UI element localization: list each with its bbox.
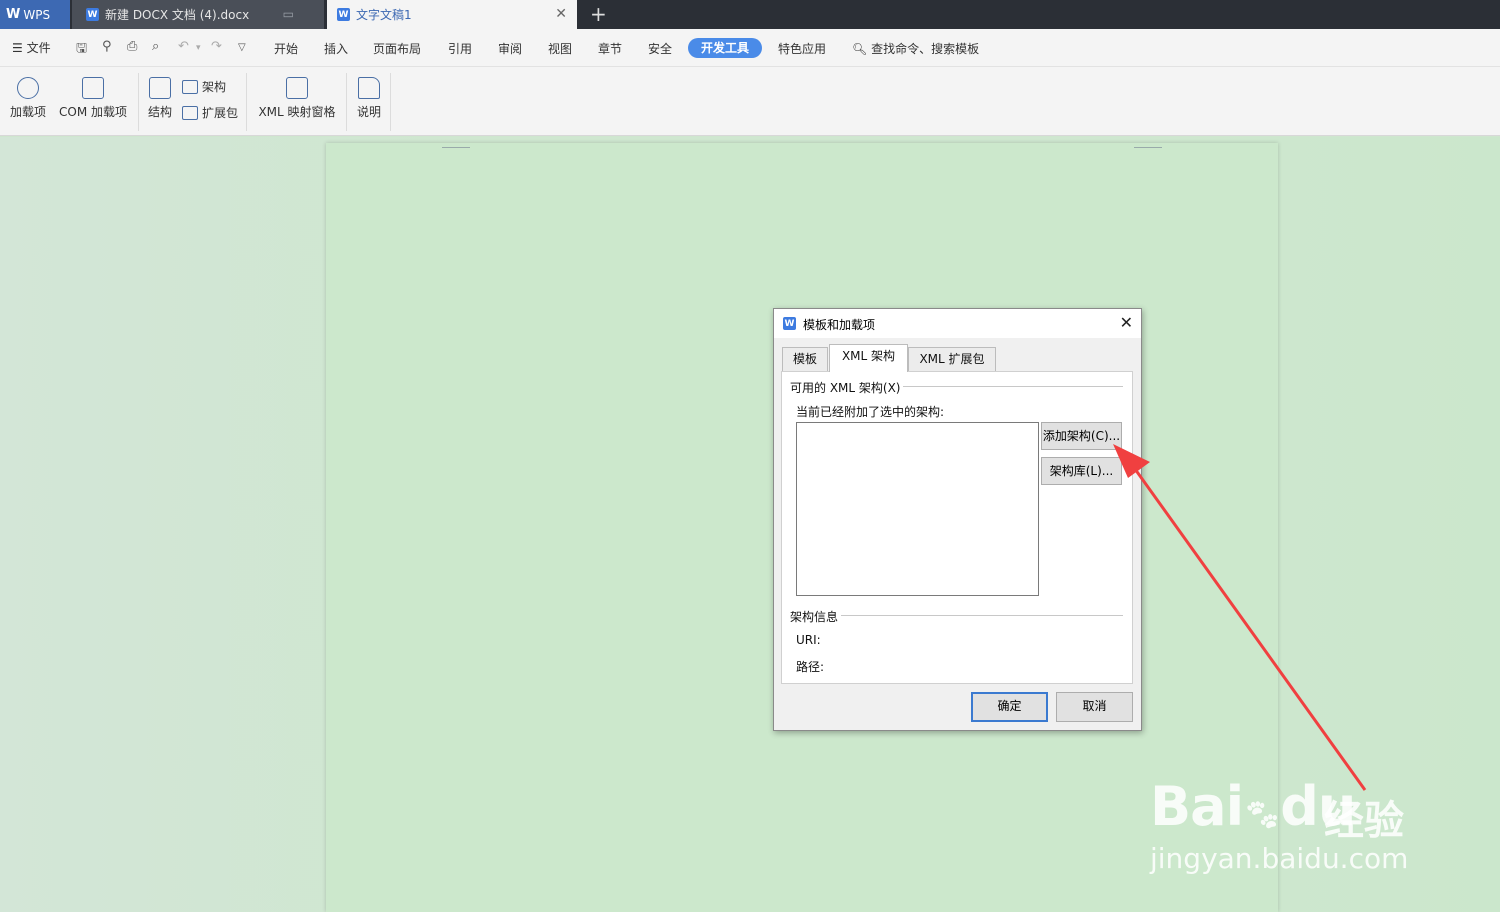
tab-xml-expansion[interactable]: XML 扩展包 — [908, 347, 996, 371]
help-button[interactable]: 说明 — [354, 77, 384, 120]
expansion-pack-button[interactable]: 扩展包 — [182, 104, 238, 121]
menu-developer-tools[interactable]: 开发工具 — [688, 38, 762, 58]
writer-doc-icon: W — [337, 8, 350, 21]
chevron-down-icon[interactable]: ▾ — [196, 43, 201, 53]
xml-mapping-pane-button[interactable]: XML 映射窗格 — [256, 77, 338, 120]
menu-bar: ☰ 文件 🖫 ⚲ ⎙ ⌕ ↶ ▾ ↷ ▽ 开始 插入 页面布局 引用 审阅 视图… — [0, 29, 1500, 67]
close-icon[interactable]: ✕ — [555, 6, 567, 22]
format-painter-icon[interactable]: ⚲ — [102, 39, 112, 54]
menu-start[interactable]: 开始 — [274, 40, 298, 57]
new-tab-plus-icon[interactable]: + — [590, 2, 607, 26]
addins-label: 加载项 — [9, 105, 46, 119]
print-icon[interactable]: ⎙ — [127, 39, 137, 54]
ribbon-divider — [246, 73, 247, 131]
info-document-icon — [358, 77, 380, 99]
monitor-icon[interactable]: ▭ — [283, 7, 294, 21]
tab-document-active[interactable]: W 文字文稿1 ✕ — [327, 0, 577, 29]
tab-label: 新建 DOCX 文档 (4).docx — [105, 8, 250, 22]
tab-document-docx[interactable]: W 新建 DOCX 文档 (4).docx ▭ — [72, 0, 324, 29]
xml-pane-icon — [286, 77, 308, 99]
schema-library-button[interactable]: 架构库(L)... — [1041, 457, 1122, 485]
menu-insert[interactable]: 插入 — [324, 40, 348, 57]
attached-schemas-label: 当前已经附加了选中的架构: — [796, 405, 945, 419]
ok-button[interactable]: 确定 — [971, 692, 1048, 722]
paw-icon: 🐾︎ — [1243, 798, 1281, 833]
xml-schema-panel: 可用的 XML 架构(X) 当前已经附加了选中的架构: 添加架构(C)... 架… — [781, 371, 1133, 684]
command-search[interactable]: 🔍︎ 查找命令、搜索模板 — [852, 40, 979, 57]
structure-icon — [149, 77, 171, 99]
schema-info-label: 架构信息 — [790, 608, 842, 625]
dialog-title-bar[interactable]: W 模板和加载项 ✕ — [774, 309, 1141, 338]
com-addins-button[interactable]: COM 加载项 — [56, 77, 130, 120]
schema-list[interactable] — [796, 422, 1039, 596]
save-icon[interactable]: 🖫 — [76, 39, 87, 61]
tab-wps-home[interactable]: W WPS — [0, 0, 70, 29]
expansion-pack-label: 扩展包 — [202, 106, 239, 120]
writer-doc-icon: W — [86, 8, 99, 21]
tab-templates[interactable]: 模板 — [782, 347, 828, 371]
ribbon-divider — [138, 73, 139, 131]
title-bar: W WPS W 新建 DOCX 文档 (4).docx ▭ W 文字文稿1 ✕ … — [0, 0, 1500, 29]
addins-button[interactable]: 加载项 — [8, 77, 48, 120]
customize-toolbar-icon[interactable]: ▽ — [238, 42, 246, 53]
menu-review[interactable]: 审阅 — [498, 40, 522, 57]
redo-icon[interactable]: ↷ — [211, 39, 222, 54]
command-search-label: 查找命令、搜索模板 — [871, 42, 980, 56]
dialog-title: 模板和加载项 — [803, 318, 876, 332]
com-addins-label: COM 加载项 — [59, 105, 127, 119]
schema-button[interactable]: 架构 — [182, 78, 226, 95]
ribbon-divider — [346, 73, 347, 131]
uri-label: URI: — [796, 633, 821, 647]
menu-page-layout[interactable]: 页面布局 — [373, 40, 421, 57]
file-menu-label: 文件 — [26, 41, 51, 55]
watermark-brand-text: Bai — [1150, 775, 1244, 838]
menu-references[interactable]: 引用 — [448, 40, 472, 57]
search-icon: 🔍︎ — [852, 42, 868, 56]
watermark-url: jingyan.baidu.com — [1150, 842, 1409, 875]
package-icon — [182, 105, 198, 120]
xml-mapping-pane-label: XML 映射窗格 — [258, 105, 336, 119]
tab-label: 文字文稿1 — [356, 8, 412, 22]
com-gear-icon — [82, 77, 104, 99]
tab-label: WPS — [23, 7, 51, 22]
templates-addins-dialog: W 模板和加载项 ✕ 模板 XML 架构 XML 扩展包 可用的 XML 架构(… — [773, 308, 1142, 731]
menu-special-apps[interactable]: 特色应用 — [778, 40, 826, 57]
writer-doc-icon: W — [783, 317, 796, 330]
available-schemas-label: 可用的 XML 架构(X) — [790, 379, 904, 396]
path-label: 路径: — [796, 660, 825, 674]
menu-security[interactable]: 安全 — [648, 40, 672, 57]
gear-icon — [17, 77, 39, 99]
margin-marker — [1134, 143, 1162, 148]
close-icon[interactable]: ✕ — [1120, 313, 1133, 332]
file-menu[interactable]: ☰ 文件 — [12, 39, 51, 56]
margin-marker — [442, 143, 470, 148]
print-preview-icon[interactable]: ⌕ — [152, 39, 159, 54]
tab-xml-schema[interactable]: XML 架构 — [829, 344, 908, 372]
cancel-button[interactable]: 取消 — [1056, 692, 1133, 722]
undo-icon[interactable]: ↶ — [178, 39, 189, 54]
menu-chapter[interactable]: 章节 — [598, 40, 622, 57]
structure-label: 结构 — [147, 105, 172, 119]
schema-icon — [182, 79, 198, 94]
schema-label: 架构 — [202, 80, 227, 94]
watermark-jingyan: 经验 — [1324, 798, 1404, 844]
structure-button[interactable]: 结构 — [146, 77, 174, 120]
add-schema-button[interactable]: 添加架构(C)... — [1041, 422, 1122, 450]
wps-logo-icon: W — [6, 7, 21, 22]
hamburger-icon: ☰ — [12, 41, 23, 55]
ribbon-divider — [390, 73, 391, 131]
help-label: 说明 — [356, 105, 381, 119]
menu-view[interactable]: 视图 — [548, 40, 572, 57]
ribbon-developer: 加载项 COM 加载项 结构 架构 扩展包 XML 映射窗格 说明 — [0, 67, 1500, 136]
